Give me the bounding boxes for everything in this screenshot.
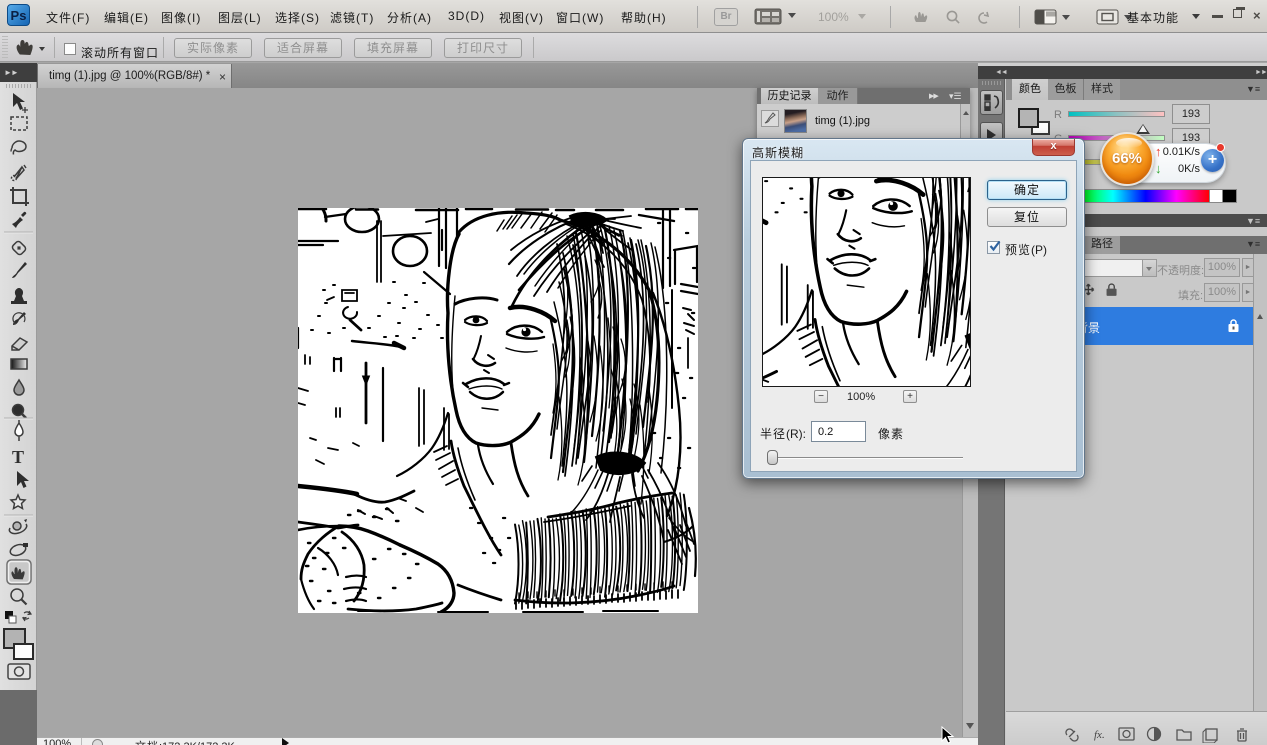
svg-text:T: T [12, 447, 24, 467]
svg-text:fx.: fx. [1094, 729, 1105, 741]
